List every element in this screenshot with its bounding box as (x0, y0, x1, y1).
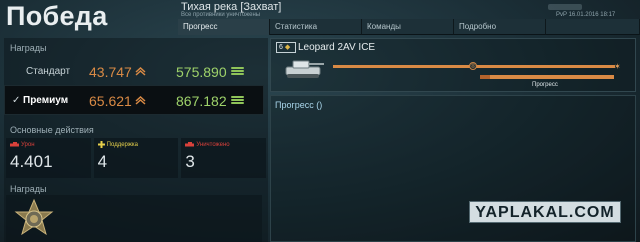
player-name-blur (548, 4, 582, 10)
standard-xp: 575.890 (176, 64, 227, 80)
watermark: YAPLAKAL.COM (469, 201, 621, 223)
module-node-icon[interactable]: ◎ (469, 62, 477, 70)
progress-bar-label: Прогресс (532, 82, 558, 88)
actions-row: Урон 4.401 Поддержка 4 Уничтожено 3 (6, 138, 267, 178)
tab-statistics[interactable]: Статистика (270, 19, 362, 35)
standard-label: Стандарт (26, 66, 71, 77)
vehicle-name: Leopard 2AV ICE (298, 42, 376, 53)
tab-details[interactable]: Подробно (454, 19, 546, 35)
support-card: Поддержка 4 (93, 138, 179, 178)
tab-bar: Прогресс Статистика Команды Подробно (178, 19, 640, 35)
vehicle-tier: 6 ◆ (276, 42, 296, 53)
support-value: 4 (97, 152, 108, 171)
support-icon (97, 141, 105, 148)
credits-icon (135, 96, 146, 105)
damage-label: Урон (21, 141, 35, 148)
premium-credits: 65.621 (89, 93, 132, 109)
progress-bar-previous (480, 75, 490, 79)
premium-xp: 867.182 (176, 93, 227, 109)
map-subtitle: Все противники уничтожены (181, 12, 261, 18)
tank-icon (285, 60, 324, 78)
tab-bar-filler (546, 19, 640, 35)
page-title: Победа (6, 1, 108, 31)
kills-value: 3 (185, 152, 195, 171)
damage-icon (10, 142, 19, 147)
check-icon: ✓ (12, 95, 21, 106)
progress-title: Прогресс () (275, 100, 323, 110)
kills-card: Уничтожено 3 (181, 138, 267, 178)
research-end-icon: ✶ (614, 62, 621, 71)
damage-value: 4.401 (10, 152, 53, 171)
xp-icon (231, 67, 244, 78)
kill-icon (185, 142, 195, 147)
damage-card: Урон 4.401 (6, 138, 91, 178)
standard-credits: 43.747 (89, 64, 132, 80)
battle-date: РvP 16.01.2016 18:17 (556, 12, 616, 18)
diamond-icon: ◆ (284, 44, 291, 51)
medal-icon[interactable] (12, 198, 56, 242)
awards-title: Награды (10, 184, 47, 194)
progress-bar-earned (490, 75, 614, 79)
rewards-title: Награды (10, 43, 47, 53)
tab-progress[interactable]: Прогресс (178, 19, 270, 35)
tab-teams[interactable]: Команды (362, 19, 454, 35)
actions-title: Основные действия (10, 125, 94, 135)
credits-icon (135, 67, 146, 76)
premium-label: Премиум (23, 95, 69, 106)
support-label: Поддержка (106, 141, 138, 148)
xp-icon (231, 96, 244, 107)
kills-label: Уничтожено (196, 141, 230, 148)
